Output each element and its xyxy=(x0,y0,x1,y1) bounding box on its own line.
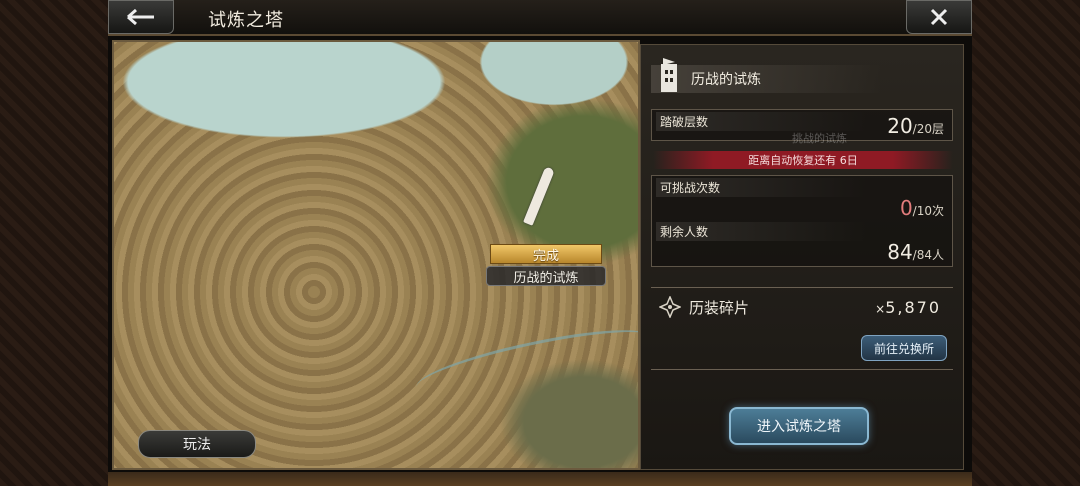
divider xyxy=(651,287,953,288)
tower-icon xyxy=(661,58,677,92)
close-icon xyxy=(930,8,948,26)
world-map[interactable]: 完成 历战的试炼 玩法 xyxy=(112,40,640,470)
challenges-label: 可挑战次数 xyxy=(656,178,866,197)
floors-value: 20/20层 xyxy=(887,114,944,138)
right-side-border xyxy=(972,0,1080,486)
marker-status-banner: 完成 xyxy=(490,244,602,264)
bottom-border xyxy=(108,472,972,486)
back-button[interactable] xyxy=(108,0,174,34)
left-side-border xyxy=(0,0,108,486)
trial-marker[interactable]: 完成 历战的试炼 xyxy=(486,166,606,286)
close-button[interactable] xyxy=(906,0,972,34)
panel-header: 历战的试炼 xyxy=(651,58,881,93)
remaining-value: 84/84人 xyxy=(887,240,944,264)
marker-name-label: 历战的试炼 xyxy=(486,266,606,286)
feather-quill-icon xyxy=(523,166,555,226)
challenges-value: 0/10次 xyxy=(899,196,944,220)
floors-label: 踏破层数 xyxy=(656,112,866,131)
recover-notice: 距离自动恢复还有 6日 xyxy=(653,151,953,169)
challenge-box: 可挑战次数 0/10次 剩余人数 84/84人 xyxy=(651,175,953,267)
shard-count: ×5,870 xyxy=(875,297,941,317)
divider xyxy=(651,369,953,370)
floors-box: 踏破层数 挑战的试炼 20/20层 xyxy=(651,109,953,145)
shard-label: 历装碎片 xyxy=(689,298,750,317)
top-bar: 试炼之塔 xyxy=(108,0,972,36)
remaining-label: 剩余人数 xyxy=(656,222,866,241)
exchange-button[interactable]: 前往兑换所 xyxy=(861,335,947,361)
page-title: 试炼之塔 xyxy=(208,10,284,31)
trial-info-panel: 历战的试炼 踏破层数 挑战的试炼 20/20层 距离自动恢复还有 6日 可挑战次… xyxy=(640,44,964,470)
shard-icon xyxy=(659,296,681,318)
map-river xyxy=(412,317,638,407)
enter-tower-button[interactable]: 进入试炼之塔 xyxy=(729,407,869,445)
panel-title: 历战的试炼 xyxy=(691,72,761,88)
watermark-text: 挑战的试炼 xyxy=(792,132,847,145)
arrow-left-icon xyxy=(127,8,154,26)
rules-button[interactable]: 玩法 xyxy=(138,430,256,458)
shard-row: 历装碎片 ×5,870 xyxy=(651,295,953,319)
main-frame: 试炼之塔 完成 历战的试炼 玩法 历战的试炼 踏破层数 挑战的试炼 20/20层… xyxy=(108,0,972,486)
